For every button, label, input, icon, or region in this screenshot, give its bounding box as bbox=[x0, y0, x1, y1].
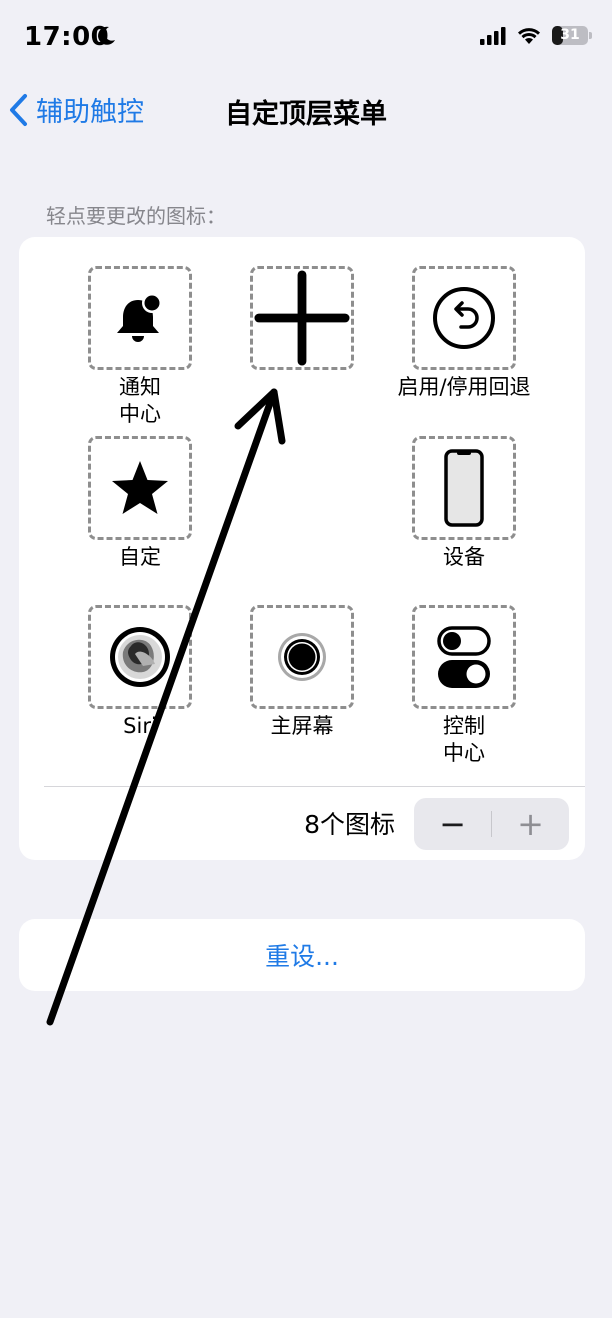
label-notification-center: 通知 中心 bbox=[119, 375, 161, 426]
bell-badge-icon bbox=[117, 293, 162, 342]
grid-cell-control-center: 控制 中心 bbox=[399, 605, 529, 767]
icon-slot-siri[interactable] bbox=[88, 605, 192, 709]
toggles-icon bbox=[437, 626, 491, 688]
icon-slot-back-toggle[interactable] bbox=[412, 266, 516, 370]
icon-slot-home[interactable] bbox=[250, 605, 354, 709]
label-siri: Siri bbox=[123, 714, 157, 738]
siri-orb-icon bbox=[110, 627, 170, 687]
label-custom: 自定 bbox=[119, 545, 161, 569]
icon-slot-notification-center[interactable] bbox=[88, 266, 192, 370]
grid-cell-custom: 自定 bbox=[75, 436, 205, 571]
page-title: 自定顶层菜单 bbox=[225, 99, 387, 130]
icon-count-stepper: − + bbox=[414, 798, 569, 850]
label-control-center: 控制 中心 bbox=[443, 714, 485, 765]
label-home: 主屏幕 bbox=[270, 714, 334, 738]
battery-icon: 31 bbox=[552, 26, 592, 45]
cellular-signal-icon bbox=[480, 26, 506, 45]
label-device: 设备 bbox=[443, 545, 485, 569]
wifi-icon bbox=[518, 28, 540, 44]
navigation-bar: 辅助触控 自定顶层菜单 bbox=[0, 80, 612, 140]
iphone-icon bbox=[444, 449, 484, 527]
grid-cell-back-toggle: 启用/停用回退 bbox=[397, 266, 531, 401]
home-button-icon bbox=[278, 633, 326, 681]
moon-icon bbox=[98, 26, 115, 45]
icon-count-label: 8个图标 bbox=[304, 810, 395, 839]
grid-cell-siri: Siri bbox=[75, 605, 205, 740]
grid-cell-device: 设备 bbox=[399, 436, 529, 571]
add-icon-slot[interactable] bbox=[250, 266, 354, 370]
icon-slot-custom[interactable] bbox=[88, 436, 192, 540]
plus-icon bbox=[254, 270, 350, 366]
status-bar: 17:00 31 bbox=[0, 0, 612, 76]
icon-slot-device[interactable] bbox=[412, 436, 516, 540]
increase-icon-count-button[interactable]: + bbox=[492, 798, 569, 850]
divider bbox=[44, 786, 585, 787]
icon-grid-card: 通知 中心 启用/停用回退 自定 设备 Siri 主屏幕 控制 中心 8个图标 … bbox=[19, 237, 585, 860]
label-back-toggle: 启用/停用回退 bbox=[397, 375, 531, 399]
icon-slot-control-center[interactable] bbox=[412, 605, 516, 709]
reset-button[interactable]: 重设... bbox=[19, 919, 585, 991]
undo-circle-icon bbox=[433, 287, 495, 349]
decrease-icon-count-button[interactable]: − bbox=[414, 798, 491, 850]
grid-cell-notification-center: 通知 中心 bbox=[75, 266, 205, 428]
grid-cell-home: 主屏幕 bbox=[237, 605, 367, 740]
star-icon bbox=[112, 461, 168, 514]
battery-level: 31 bbox=[560, 27, 580, 43]
grid-cell-add bbox=[237, 266, 367, 370]
reset-label: 重设... bbox=[265, 942, 339, 971]
section-header: 轻点要更改的图标： bbox=[46, 204, 226, 228]
